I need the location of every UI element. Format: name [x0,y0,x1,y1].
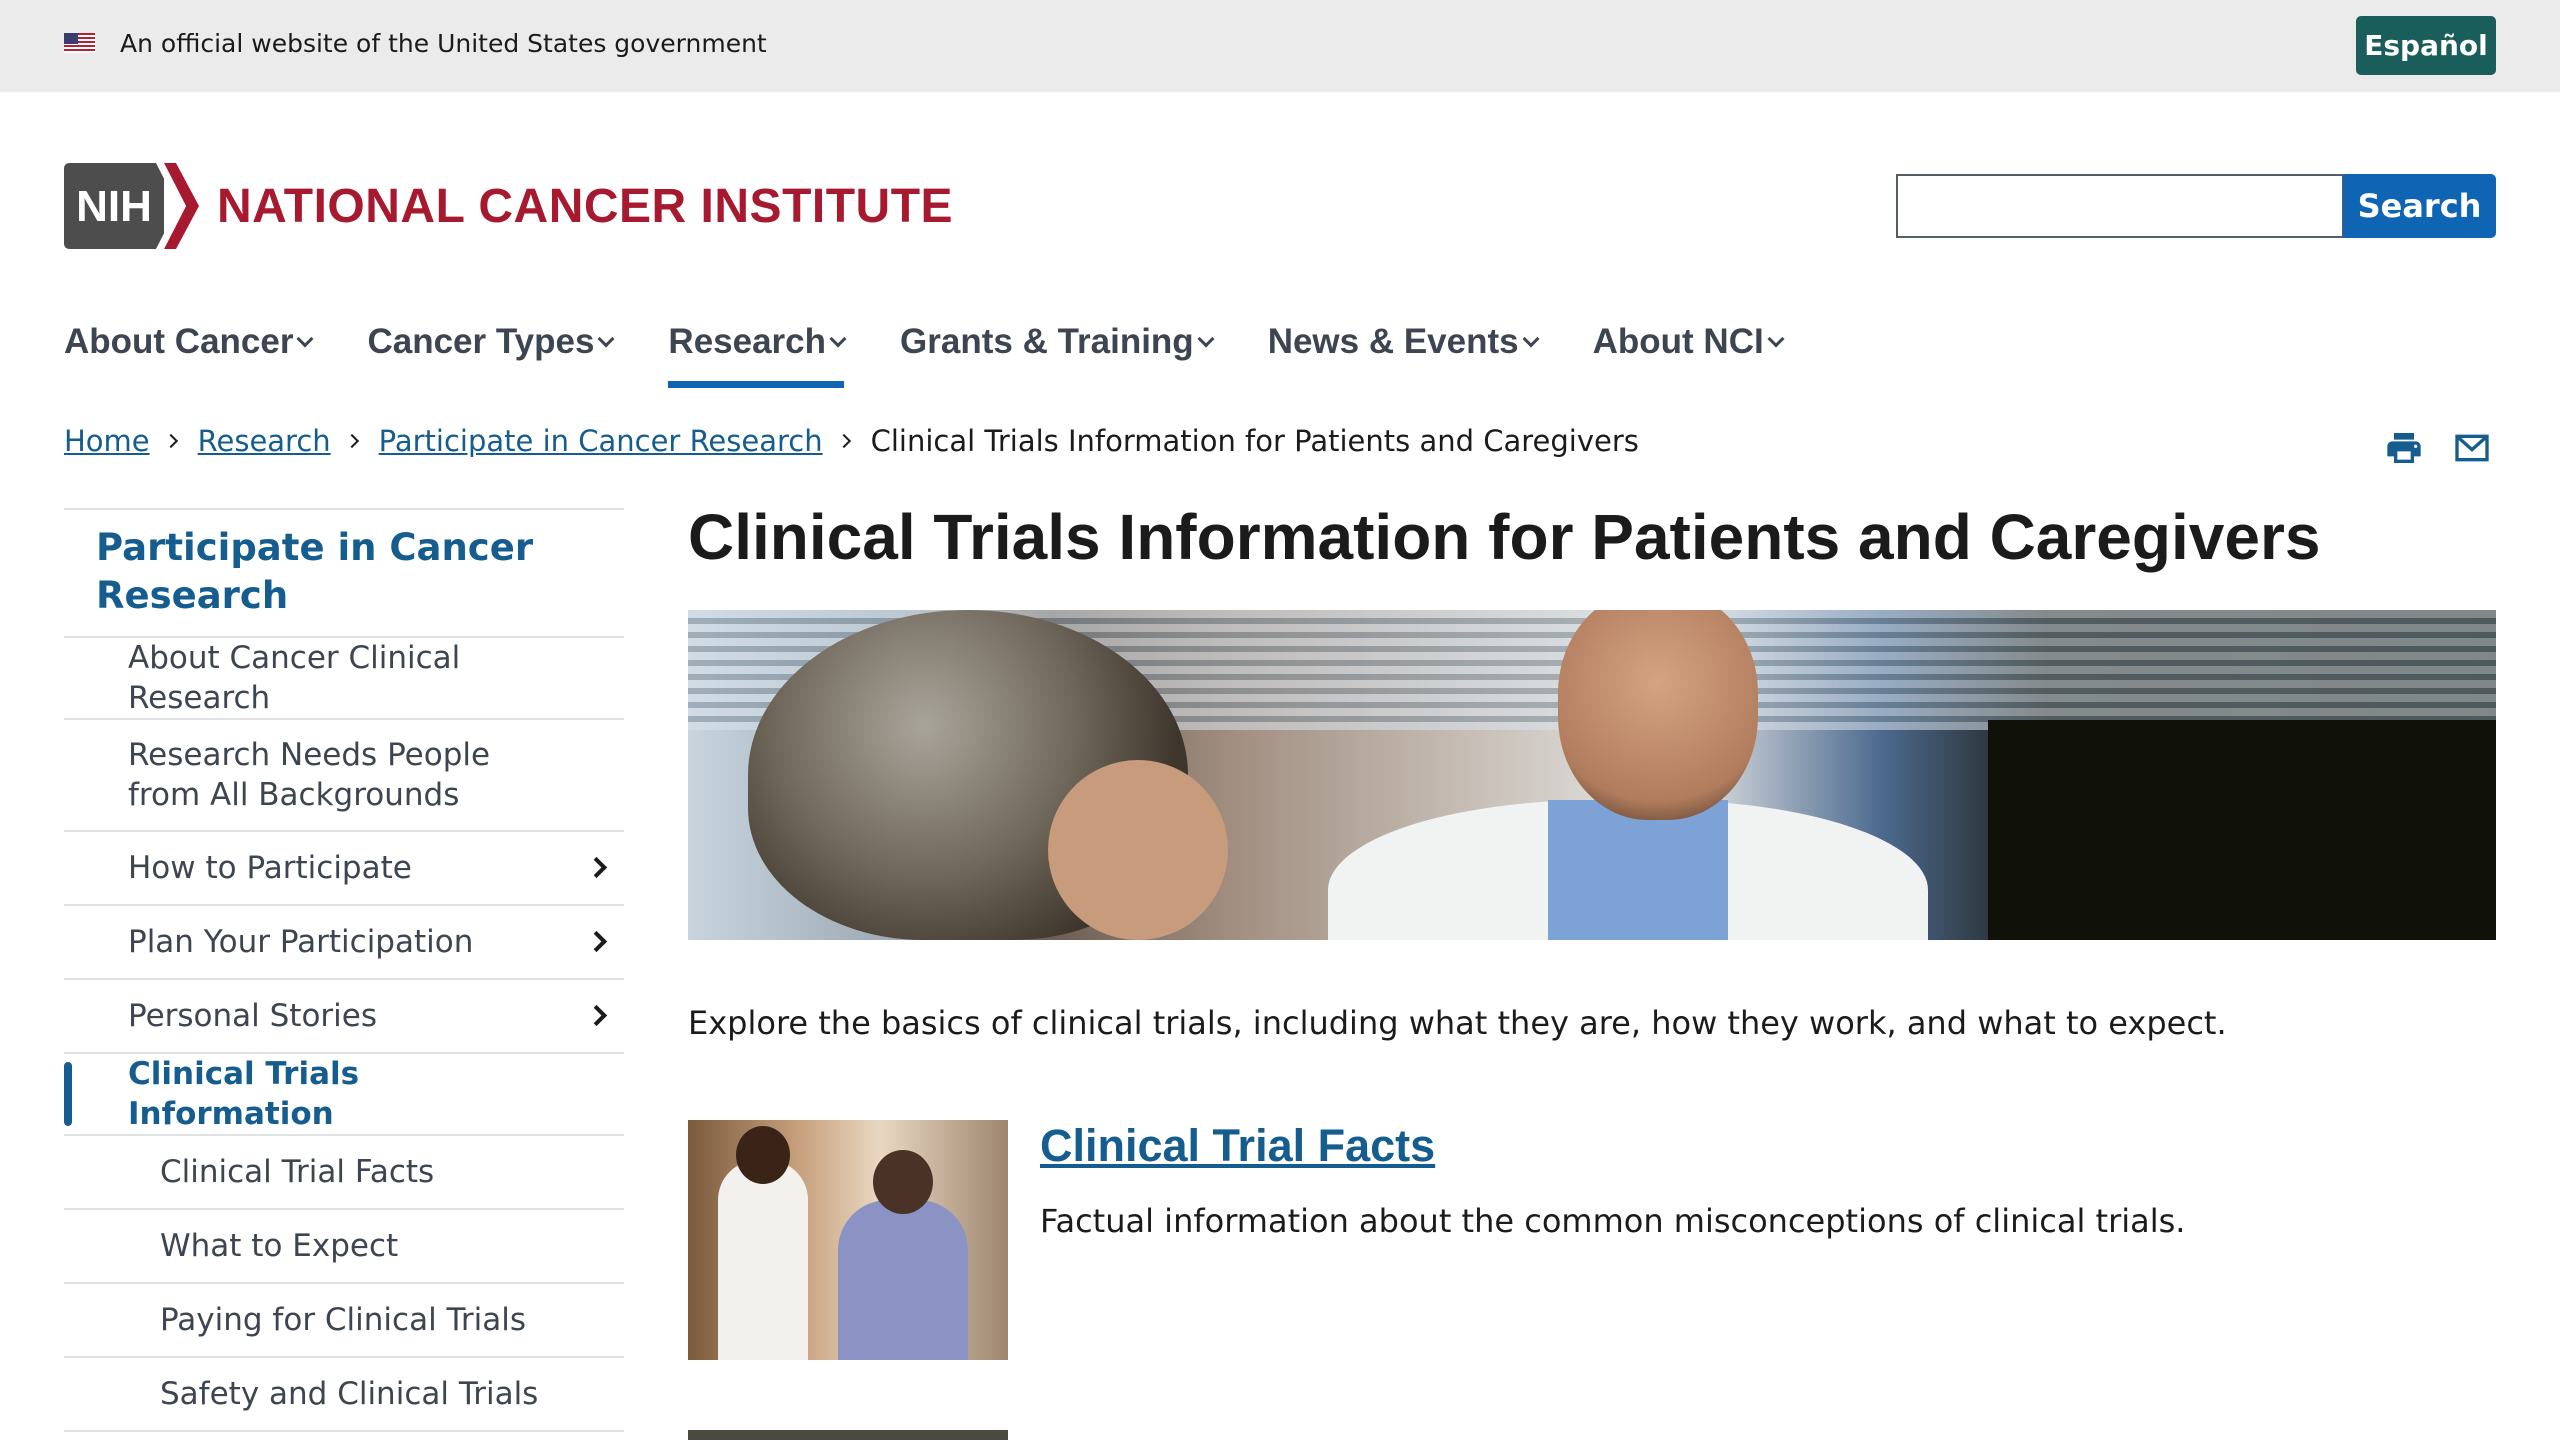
side-nav-label: Plan Your Participation [128,924,474,960]
main-nav: About Cancer Cancer Types Research Grant… [64,300,1838,390]
nav-item-grants-training[interactable]: Grants & Training [900,300,1215,384]
side-nav-item[interactable]: Research Needs People from All Backgroun… [64,720,624,832]
feature-card: Clinical Trial Facts Factual information… [688,1120,2496,1360]
search-button[interactable]: Search [2343,174,2496,238]
nav-item-news-events[interactable]: News & Events [1267,300,1540,384]
side-nav: Participate in Cancer Research About Can… [64,508,624,1432]
side-nav-subitem[interactable]: Safety and Clinical Trials [64,1358,624,1432]
side-nav-label: Personal Stories [128,998,378,1034]
side-nav-label: Clinical Trial Facts [160,1154,435,1190]
chevron-right-icon [344,433,359,449]
nav-label: Grants & Training [900,322,1194,361]
chevron-down-icon [1197,330,1215,348]
search-input[interactable] [1896,174,2344,238]
nav-label: Cancer Types [367,322,595,361]
chevron-right-icon[interactable] [585,856,608,879]
nci-logo[interactable]: NIH NATIONAL CANCER INSTITUTE [64,162,953,250]
print-icon[interactable] [2384,428,2424,468]
breadcrumb-participate[interactable]: Participate in Cancer Research [379,424,823,458]
breadcrumb-home[interactable]: Home [64,424,150,458]
email-icon[interactable] [2452,428,2492,468]
side-nav-label: Paying for Clinical Trials [160,1302,527,1338]
card-image[interactable] [688,1120,1008,1360]
side-nav-label: Clinical Trials Information [128,1056,360,1132]
nav-item-research[interactable]: Research [668,300,847,388]
breadcrumb: Home Research Participate in Cancer Rese… [64,424,1639,458]
chevron-right-icon [836,433,851,449]
nih-badge-text: NIH [76,182,152,231]
nav-label: News & Events [1267,322,1519,361]
page-title: Clinical Trials Information for Patients… [688,501,2321,573]
page-tools [2384,428,2492,468]
hero-image [688,610,2496,940]
us-flag-icon [64,33,95,53]
side-nav-label: Research Needs People from All Backgroun… [128,737,491,813]
card-image[interactable] [688,1430,1008,1440]
espanol-button[interactable]: Español [2356,16,2496,75]
chevron-down-icon [597,330,615,348]
side-nav-label: How to Participate [128,850,412,886]
nav-item-cancer-types[interactable]: Cancer Types [367,300,615,384]
gov-banner: An official website of the United States… [0,0,2560,92]
card-title-link[interactable]: Clinical Trial Facts [1040,1120,1435,1172]
side-nav-subitem[interactable]: Paying for Clinical Trials [64,1284,624,1358]
breadcrumb-research[interactable]: Research [198,424,331,458]
nav-label: Research [668,322,827,361]
nav-label: About Cancer [64,322,294,361]
side-nav-item-current[interactable]: Clinical Trials Information [64,1054,624,1136]
chevron-down-icon [296,330,314,348]
breadcrumb-current: Clinical Trials Information for Patients… [870,424,1639,458]
chevron-right-icon[interactable] [585,1004,608,1027]
side-nav-subitem[interactable]: Clinical Trial Facts [64,1136,624,1210]
nav-item-about-nci[interactable]: About NCI [1592,300,1785,384]
chevron-down-icon [1767,330,1785,348]
side-nav-item[interactable]: About Cancer Clinical Research [64,638,624,720]
chevron-down-icon [1522,330,1540,348]
side-nav-subitem[interactable]: What to Expect [64,1210,624,1284]
card-description: Factual information about the common mis… [1040,1202,2186,1240]
side-nav-label: Safety and Clinical Trials [160,1376,539,1412]
side-nav-item[interactable]: How to Participate [64,832,624,906]
chevron-right-icon[interactable] [585,930,608,953]
side-nav-label: About Cancer Clinical Research [128,640,461,716]
side-nav-label: What to Expect [160,1228,399,1264]
nav-label: About NCI [1592,322,1764,361]
nih-logo-icon: NIH [64,163,199,249]
logo-name: NATIONAL CANCER INSTITUTE [217,179,954,233]
intro-text: Explore the basics of clinical trials, i… [688,1004,2227,1042]
chevron-down-icon [829,330,847,348]
nav-item-about-cancer[interactable]: About Cancer [64,300,314,384]
side-nav-heading[interactable]: Participate in Cancer Research [64,508,624,638]
gov-banner-text: An official website of the United States… [120,29,767,58]
side-nav-item[interactable]: Personal Stories [64,980,624,1054]
chevron-right-icon [163,433,178,449]
side-nav-item[interactable]: Plan Your Participation [64,906,624,980]
